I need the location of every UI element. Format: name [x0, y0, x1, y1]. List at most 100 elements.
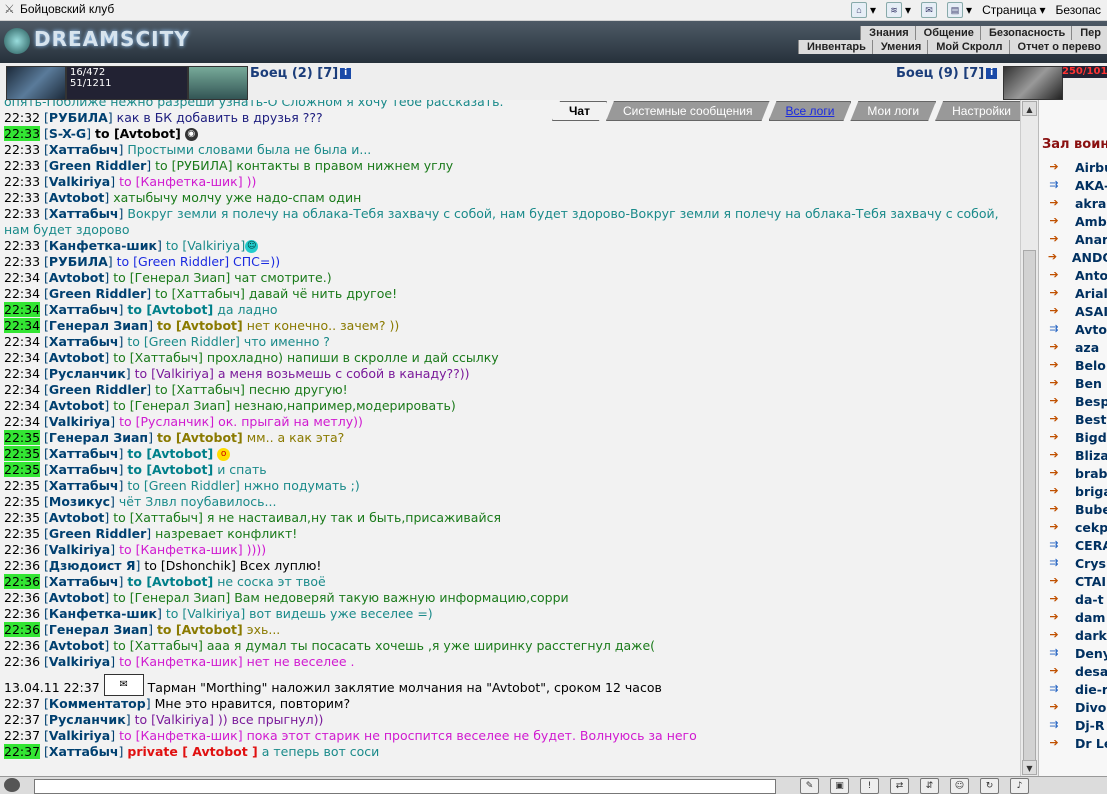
message-nick[interactable]: Green Riddler: [49, 526, 146, 541]
menu-security[interactable]: Безопасность: [979, 26, 1072, 40]
message-time[interactable]: 22:35: [4, 526, 40, 541]
message-nick[interactable]: Хаттабыч: [49, 334, 119, 349]
user-private-icon[interactable]: ➔: [1043, 250, 1062, 264]
tab-all-logs[interactable]: Все логи: [769, 101, 852, 121]
room-user-name[interactable]: Airbu: [1075, 160, 1107, 175]
message-recipient[interactable]: private [ Avtobot ]: [127, 744, 257, 759]
user-fight-icon[interactable]: ⇉: [1043, 322, 1065, 336]
room-user-name[interactable]: aza: [1075, 340, 1099, 355]
message-nick[interactable]: Канфетка-шик: [49, 606, 157, 621]
message-time[interactable]: 22:33: [4, 174, 40, 189]
message-nick[interactable]: Русланчик: [49, 712, 126, 727]
message-time[interactable]: 22:33: [4, 254, 40, 269]
user-private-icon[interactable]: ➔: [1043, 502, 1065, 516]
user-private-icon[interactable]: ➔: [1043, 700, 1065, 714]
message-time[interactable]: 22:36: [4, 558, 40, 573]
smiles-icon[interactable]: ☺: [950, 778, 969, 794]
message-recipient[interactable]: to [Avtobot]: [127, 462, 213, 477]
user-fight-icon[interactable]: ⇉: [1043, 646, 1065, 660]
user-private-icon[interactable]: ➔: [1043, 484, 1065, 498]
info-icon[interactable]: i: [986, 68, 998, 79]
menu-transfer-report[interactable]: Отчет о перево: [1008, 40, 1107, 54]
message-nick[interactable]: РУБИЛА: [49, 254, 108, 269]
refresh-icon[interactable]: ↻: [980, 778, 999, 794]
room-user-name[interactable]: Dr Le: [1075, 736, 1107, 751]
message-time[interactable]: 22:34: [4, 398, 40, 413]
room-user[interactable]: ➔ Anto: [1043, 266, 1107, 284]
user-private-icon[interactable]: ➔: [1043, 394, 1065, 408]
user-private-icon[interactable]: ➔: [1043, 268, 1065, 282]
user-private-icon[interactable]: ➔: [1043, 376, 1065, 390]
room-user-name[interactable]: cekp: [1075, 520, 1107, 535]
user-fight-icon[interactable]: ⇉: [1043, 178, 1065, 192]
user-private-icon[interactable]: ➔: [1043, 430, 1065, 444]
room-user[interactable]: ⇉ Avto: [1043, 320, 1107, 338]
tab-my-logs[interactable]: Мои логи: [850, 101, 936, 121]
room-user-name[interactable]: Dj-R: [1075, 718, 1104, 733]
user-fight-icon[interactable]: ⇉: [1043, 538, 1065, 552]
message-nick[interactable]: Valkiriya: [49, 542, 110, 557]
message-time[interactable]: 22:34: [4, 350, 40, 365]
message-nick[interactable]: Генерал Зиап: [49, 430, 148, 445]
message-time[interactable]: 22:36: [4, 574, 41, 589]
room-user[interactable]: ⇉ die-r: [1043, 680, 1107, 698]
message-recipient[interactable]: to [Avtobot]: [127, 574, 213, 589]
message-recipient[interactable]: to [Avtobot]: [127, 302, 213, 317]
message-time[interactable]: 22:35: [4, 430, 41, 445]
room-user-name[interactable]: Crys: [1075, 556, 1106, 571]
user-private-icon[interactable]: ➔: [1043, 574, 1065, 588]
user-private-icon[interactable]: ➔: [1043, 340, 1065, 354]
chat-area[interactable]: опять-Поближе нежно разреши узнать-О Сло…: [0, 100, 1020, 776]
room-user[interactable]: ➔ aza: [1043, 338, 1107, 356]
menu-inventory[interactable]: Инвентарь: [797, 40, 872, 54]
user-private-icon[interactable]: ➔: [1043, 232, 1065, 246]
room-user-name[interactable]: ANDO: [1072, 250, 1107, 265]
message-time[interactable]: 22:36: [4, 638, 40, 653]
message-time[interactable]: 22:36: [4, 606, 40, 621]
message-time[interactable]: 22:35: [4, 446, 41, 461]
room-user-name[interactable]: dam: [1075, 610, 1105, 625]
message-time[interactable]: 22:35: [4, 478, 40, 493]
left-fighter[interactable]: Боец (2) [7] i: [250, 66, 352, 81]
room-user-name[interactable]: Avto: [1075, 322, 1107, 337]
room-user[interactable]: ➔ brab: [1043, 464, 1107, 482]
room-user-name[interactable]: akra: [1075, 196, 1106, 211]
message-time[interactable]: 22:35: [4, 494, 40, 509]
room-user[interactable]: ➔ da-t: [1043, 590, 1107, 608]
room-user-name[interactable]: Bube: [1075, 502, 1107, 517]
print-button[interactable]: ▤ ▾: [947, 2, 972, 18]
message-nick[interactable]: Green Riddler: [49, 158, 146, 173]
info-icon[interactable]: i: [340, 68, 352, 79]
room-user-name[interactable]: briga: [1075, 484, 1107, 499]
message-time[interactable]: 22:34: [4, 302, 41, 317]
safety-menu[interactable]: Безопас: [1056, 3, 1102, 17]
user-private-icon[interactable]: ➔: [1043, 736, 1065, 750]
room-user-name[interactable]: brab: [1075, 466, 1107, 481]
room-user-name[interactable]: Best: [1075, 412, 1106, 427]
message-recipient[interactable]: to [Avtobot]: [127, 446, 213, 461]
room-user[interactable]: ⇉ AKA-: [1043, 176, 1107, 194]
menu-communication[interactable]: Общение: [914, 26, 980, 40]
message-recipient[interactable]: to [Avtobot]: [157, 318, 243, 333]
user-private-icon[interactable]: ➔: [1043, 592, 1065, 606]
room-user[interactable]: ➔ Bliza: [1043, 446, 1107, 464]
user-private-icon[interactable]: ➔: [1043, 520, 1065, 534]
message-time[interactable]: 22:37: [4, 744, 41, 759]
scroll-thumb[interactable]: [1023, 250, 1036, 770]
message-nick[interactable]: Avtobot: [49, 510, 104, 525]
room-user-name[interactable]: ASAI: [1075, 304, 1107, 319]
room-user[interactable]: ➔ dam: [1043, 608, 1107, 626]
user-private-icon[interactable]: ➔: [1043, 610, 1065, 624]
message-nick[interactable]: Avtobot: [49, 270, 104, 285]
room-user-name[interactable]: Amb: [1075, 214, 1107, 229]
message-time[interactable]: 22:32: [4, 110, 40, 125]
room-user[interactable]: ➔ cekp: [1043, 518, 1107, 536]
room-user[interactable]: ➔ ASAI: [1043, 302, 1107, 320]
message-nick[interactable]: Генерал Зиап: [49, 622, 148, 637]
message-nick[interactable]: Avtobot: [49, 190, 104, 205]
message-nick[interactable]: Valkiriya: [49, 414, 110, 429]
message-nick[interactable]: Avtobot: [49, 638, 104, 653]
room-user[interactable]: ⇉ Dj-R: [1043, 716, 1107, 734]
user-private-icon[interactable]: ➔: [1043, 466, 1065, 480]
message-recipient[interactable]: to [Avtobot]: [157, 622, 243, 637]
